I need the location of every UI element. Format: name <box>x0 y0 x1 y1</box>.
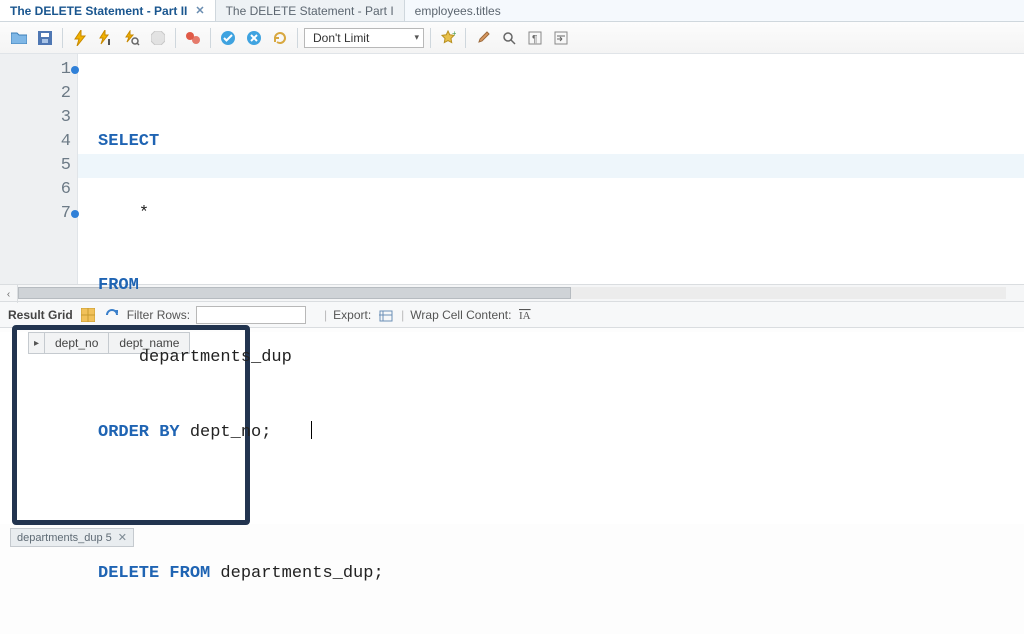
current-line-highlight <box>78 154 1024 178</box>
refresh-icon <box>272 30 288 46</box>
sql-editor[interactable]: 1 2 3 4 5 6 7 SELECT * FROM departments_… <box>0 54 1024 284</box>
toggle-invisible-button[interactable]: ¶ <box>524 27 546 49</box>
separator <box>210 28 211 48</box>
stop-button[interactable] <box>147 27 169 49</box>
limit-label: Don't Limit <box>313 31 369 45</box>
check-circle-icon <box>220 30 236 46</box>
scroll-left-icon[interactable]: ‹ <box>0 285 18 303</box>
separator <box>175 28 176 48</box>
line-gutter: 1 2 3 4 5 6 7 <box>0 54 78 284</box>
identifier: departments_dup <box>139 348 292 367</box>
tab-delete-part2[interactable]: The DELETE Statement - Part II ✕ <box>0 0 216 21</box>
lightning-cursor-icon <box>98 30 114 46</box>
line-number: 3 <box>61 108 71 127</box>
reconnect-button[interactable] <box>269 27 291 49</box>
tab-delete-part1[interactable]: The DELETE Statement - Part I <box>216 0 405 21</box>
folder-icon <box>11 31 27 44</box>
execute-current-button[interactable] <box>95 27 117 49</box>
lightning-magnify-icon <box>124 30 140 46</box>
separator <box>62 28 63 48</box>
svg-text:¶: ¶ <box>532 34 537 45</box>
execute-button[interactable] <box>69 27 91 49</box>
brush-icon <box>475 30 491 46</box>
wrap-icon <box>553 30 569 46</box>
commit-button[interactable] <box>217 27 239 49</box>
tab-label: The DELETE Statement - Part II <box>10 4 187 18</box>
close-icon[interactable]: ✕ <box>195 4 204 17</box>
line-number: 7 <box>61 204 71 223</box>
line-number: 2 <box>61 84 71 103</box>
chevron-down-icon: ▾ <box>414 32 419 43</box>
result-subtab-label: departments_dup 5 <box>17 532 112 544</box>
line-number: 5 <box>61 156 71 175</box>
limit-rows-select[interactable]: Don't Limit ▾ <box>304 28 424 48</box>
result-grid-label: Result Grid <box>8 308 73 322</box>
keyword: FROM <box>98 276 139 295</box>
find-button[interactable] <box>498 27 520 49</box>
code-area[interactable]: SELECT * FROM departments_dup ORDER BY d… <box>78 54 1024 284</box>
toggle-autocommit-button[interactable] <box>182 27 204 49</box>
line-number: 1 <box>61 60 71 79</box>
rollback-button[interactable] <box>243 27 265 49</box>
wrap-button[interactable] <box>550 27 572 49</box>
autocommit-icon <box>185 31 201 45</box>
identifier: departments_dup; <box>220 564 383 583</box>
search-icon <box>501 30 517 46</box>
tab-employees-titles[interactable]: employees.titles <box>405 0 511 21</box>
result-subtab[interactable]: departments_dup 5 ✕ <box>10 528 134 547</box>
pilcrow-icon: ¶ <box>527 30 543 46</box>
tab-label: The DELETE Statement - Part I <box>226 4 394 18</box>
text-cursor <box>311 421 312 439</box>
lightning-icon <box>73 30 87 46</box>
keyword: ORDER BY <box>98 423 180 442</box>
tab-label: employees.titles <box>415 4 501 18</box>
keyword: DELETE FROM <box>98 564 210 583</box>
editor-toolbar: Don't Limit ▾ + ¶ <box>0 22 1024 54</box>
separator <box>465 28 466 48</box>
row-selector[interactable]: ▸ <box>29 333 45 354</box>
identifier: dept_no; <box>190 423 272 442</box>
separator <box>297 28 298 48</box>
x-circle-icon <box>246 30 262 46</box>
editor-tabs: The DELETE Statement - Part II ✕ The DEL… <box>0 0 1024 22</box>
explain-button[interactable] <box>121 27 143 49</box>
separator <box>430 28 431 48</box>
svg-text:+: + <box>452 30 456 38</box>
save-icon <box>38 31 52 45</box>
grid-view-icon[interactable] <box>79 306 97 324</box>
code-text: * <box>139 204 149 223</box>
line-number: 4 <box>61 132 71 151</box>
brush-button[interactable] <box>472 27 494 49</box>
star-plus-icon: + <box>440 30 456 46</box>
open-file-button[interactable] <box>8 27 30 49</box>
beautify-button[interactable]: + <box>437 27 459 49</box>
keyword: SELECT <box>98 132 159 151</box>
stop-icon <box>151 31 165 45</box>
line-number: 6 <box>61 180 71 199</box>
save-button[interactable] <box>34 27 56 49</box>
close-icon[interactable]: ✕ <box>118 531 127 544</box>
